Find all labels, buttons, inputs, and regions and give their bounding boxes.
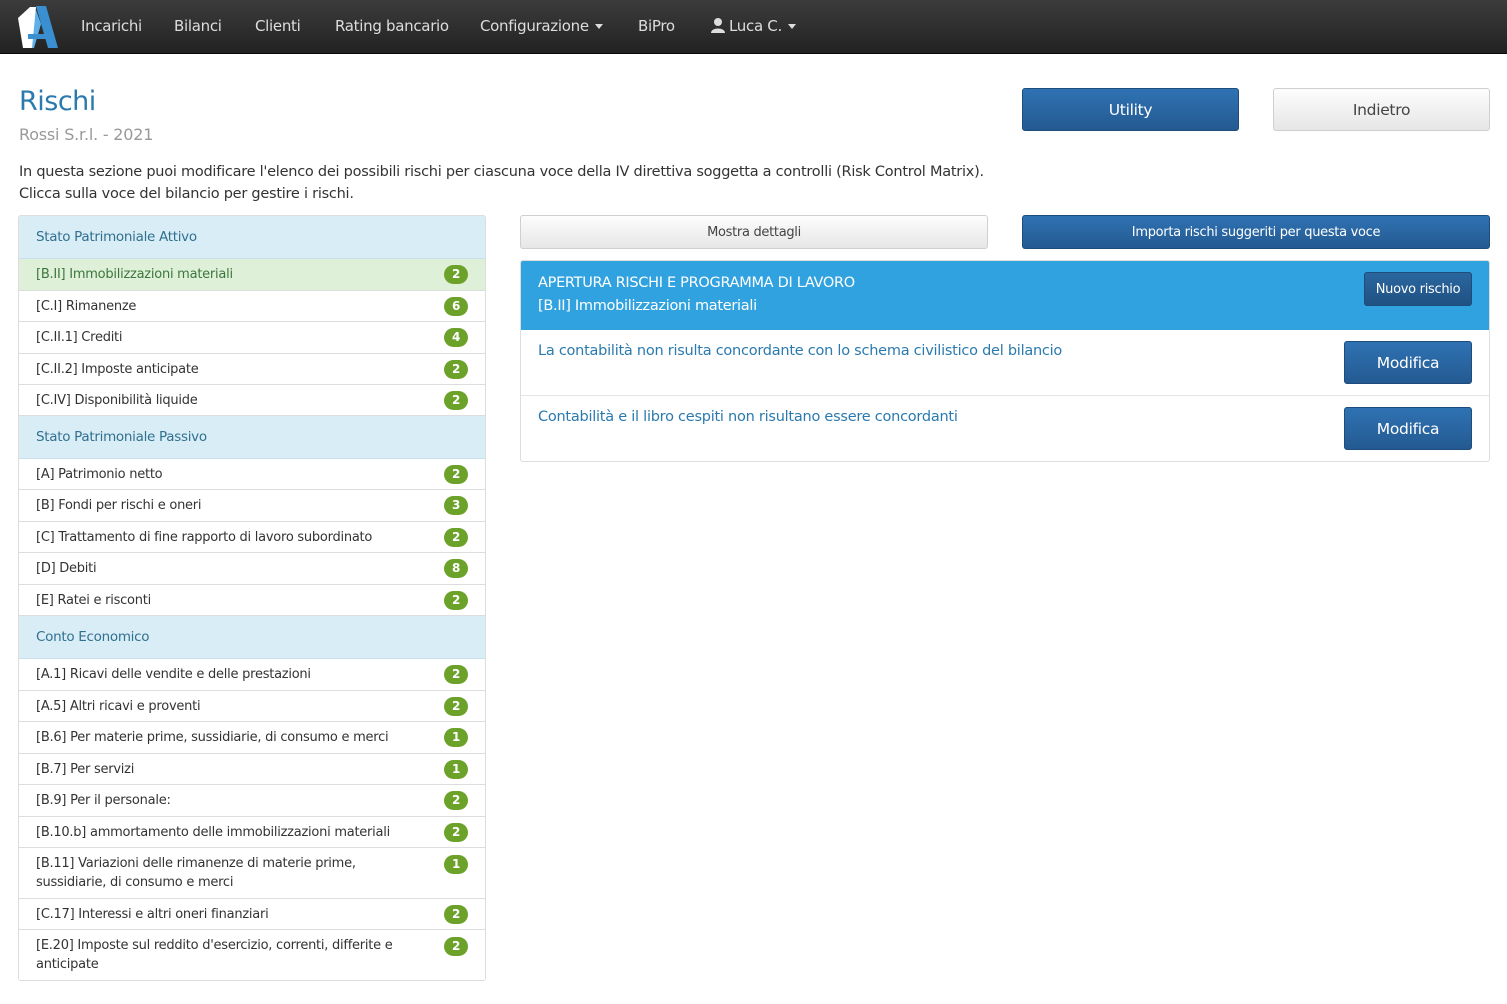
- list-item[interactable]: [C.II.2] Imposte anticipate 2: [19, 354, 485, 385]
- show-details-button[interactable]: Mostra dettagli: [520, 215, 988, 249]
- list-item[interactable]: [C.II.1] Crediti 4: [19, 322, 485, 354]
- new-risk-button[interactable]: Nuovo rischio: [1364, 272, 1472, 306]
- count-badge: 2: [444, 696, 468, 716]
- count-badge: 6: [444, 296, 468, 316]
- list-item-label: [B.10.b] ammortamento delle immobilizzaz…: [36, 824, 390, 840]
- list-item-label: [B.7] Per servizi: [36, 761, 135, 777]
- count-badge: 2: [444, 527, 468, 547]
- list-item-label: [B] Fondi per rischi e oneri: [36, 498, 202, 513]
- list-item-label: [B.11] Variazioni delle rimanenze di mat…: [36, 856, 356, 890]
- risk-row: Contabilità e il libro cespiti non risul…: [521, 396, 1489, 461]
- risk-panel-header: APERTURA RISCHI E PROGRAMMA DI LAVORO [B…: [521, 261, 1489, 330]
- edit-risk-button[interactable]: Modifica: [1344, 341, 1472, 384]
- list-item[interactable]: [D] Debiti 8: [19, 553, 485, 585]
- list-item[interactable]: [E] Ratei e risconti 2: [19, 585, 485, 616]
- risk-panel-voce: [B.II] Immobilizzazioni materiali: [538, 298, 757, 314]
- list-item[interactable]: [A.1] Ricavi delle vendite e delle prest…: [19, 659, 485, 691]
- count-badge: 2: [444, 665, 468, 684]
- count-badge: 1: [444, 855, 468, 874]
- list-item[interactable]: [A.5] Altri ricavi e proventi 2: [19, 691, 485, 722]
- list-item-label: [E] Ratei e risconti: [36, 592, 151, 608]
- intro-text: In questa sezione puoi modificare l'elen…: [19, 161, 984, 205]
- list-item[interactable]: [C.IV] Disponibilità liquide 2: [19, 385, 485, 416]
- list-item-label: [A.5] Altri ricavi e proventi: [36, 698, 201, 714]
- top-navbar: Incarichi Bilanci Clienti Rating bancari…: [0, 0, 1507, 54]
- count-badge: 2: [444, 265, 468, 284]
- list-item[interactable]: [B.II] Immobilizzazioni materiali 2: [19, 259, 485, 291]
- page-subtitle: Rossi S.r.l. - 2021: [19, 125, 154, 144]
- caret-down-icon: [594, 24, 603, 29]
- list-item-label: [B.9] Per il personale:: [36, 793, 171, 808]
- risk-description: Contabilità e il libro cespiti non risul…: [538, 409, 958, 425]
- nav-bilanci[interactable]: Bilanci: [174, 17, 222, 35]
- edit-risk-button[interactable]: Modifica: [1344, 407, 1472, 450]
- utility-button[interactable]: Utility: [1022, 88, 1239, 131]
- list-item-label: [D] Debiti: [36, 561, 97, 576]
- nav-clienti[interactable]: Clienti: [255, 17, 301, 35]
- nav-bipro[interactable]: BiPro: [638, 17, 675, 35]
- count-badge: 2: [444, 590, 468, 610]
- count-badge: 1: [444, 759, 468, 779]
- risk-panel-title: APERTURA RISCHI E PROGRAMMA DI LAVORO: [538, 275, 855, 291]
- import-risks-button[interactable]: Importa rischi suggeriti per questa voce: [1022, 215, 1490, 249]
- list-item-label: [C.IV] Disponibilità liquide: [36, 392, 198, 408]
- list-item[interactable]: [E.20] Imposte sul reddito d'esercizio, …: [19, 930, 485, 980]
- list-item[interactable]: [B] Fondi per rischi e oneri 3: [19, 490, 485, 522]
- list-item[interactable]: [B.9] Per il personale: 2: [19, 785, 485, 817]
- group-header-conto-economico: Conto Economico: [19, 616, 485, 659]
- caret-down-icon: [787, 24, 796, 29]
- nav-configurazione[interactable]: Configurazione: [480, 17, 603, 35]
- list-item[interactable]: [B.10.b] ammortamento delle immobilizzaz…: [19, 817, 485, 848]
- nav-rating-bancario[interactable]: Rating bancario: [335, 17, 449, 35]
- count-badge: 2: [444, 937, 468, 956]
- list-item[interactable]: [C] Trattamento di fine rapporto di lavo…: [19, 522, 485, 553]
- page-title: Rischi: [19, 86, 96, 117]
- count-badge: 4: [444, 328, 468, 347]
- list-item-label: [A.1] Ricavi delle vendite e delle prest…: [36, 667, 311, 682]
- list-item[interactable]: [B.6] Per materie prime, sussidiarie, di…: [19, 722, 485, 754]
- count-badge: 3: [444, 496, 468, 515]
- list-item-label: [E.20] Imposte sul reddito d'esercizio, …: [36, 938, 393, 972]
- risk-description: La contabilità non risulta concordante c…: [538, 343, 1063, 359]
- nav-user-menu[interactable]: Luca C.: [710, 17, 796, 35]
- intro-line-2: Clicca sulla voce del bilancio per gesti…: [19, 186, 354, 202]
- list-item[interactable]: [B.7] Per servizi 1: [19, 754, 485, 785]
- list-item[interactable]: [C.I] Rimanenze 6: [19, 291, 485, 322]
- nav-configurazione-label: Configurazione: [480, 17, 589, 35]
- app-logo-icon[interactable]: [14, 4, 60, 50]
- count-badge: 2: [444, 359, 468, 379]
- user-name: Luca C.: [729, 17, 782, 35]
- count-badge: 2: [444, 390, 468, 410]
- count-badge: 2: [444, 904, 468, 924]
- user-icon: [711, 18, 725, 33]
- list-item[interactable]: [B.11] Variazioni delle rimanenze di mat…: [19, 848, 485, 899]
- list-item[interactable]: [C.17] Interessi e altri oneri finanziar…: [19, 899, 485, 930]
- list-item-label: [C.II.2] Imposte anticipate: [36, 361, 199, 377]
- count-badge: 2: [444, 464, 468, 484]
- list-item-label: [C.II.1] Crediti: [36, 330, 123, 345]
- list-item-label: [C] Trattamento di fine rapporto di lavo…: [36, 529, 373, 545]
- count-badge: 2: [444, 822, 468, 842]
- list-item-label: [C.I] Rimanenze: [36, 298, 137, 314]
- intro-line-1: In questa sezione puoi modificare l'elen…: [19, 164, 984, 180]
- risk-row: La contabilità non risulta concordante c…: [521, 330, 1489, 396]
- count-badge: 8: [444, 559, 468, 578]
- count-badge: 1: [444, 728, 468, 747]
- list-item[interactable]: [A] Patrimonio netto 2: [19, 459, 485, 490]
- count-badge: 2: [444, 791, 468, 810]
- list-item-label: [B.II] Immobilizzazioni materiali: [36, 267, 233, 282]
- list-item-label: [B.6] Per materie prime, sussidiarie, di…: [36, 730, 389, 745]
- group-header-attivo: Stato Patrimoniale Attivo: [19, 216, 485, 259]
- nav-incarichi[interactable]: Incarichi: [81, 17, 142, 35]
- list-item-label: [A] Patrimonio netto: [36, 466, 163, 482]
- risk-panel: APERTURA RISCHI E PROGRAMMA DI LAVORO [B…: [520, 260, 1490, 462]
- list-item-label: [C.17] Interessi e altri oneri finanziar…: [36, 906, 269, 922]
- back-button[interactable]: Indietro: [1273, 88, 1490, 131]
- balance-items-list: Stato Patrimoniale Attivo [B.II] Immobil…: [18, 215, 486, 981]
- group-header-passivo: Stato Patrimoniale Passivo: [19, 416, 485, 459]
